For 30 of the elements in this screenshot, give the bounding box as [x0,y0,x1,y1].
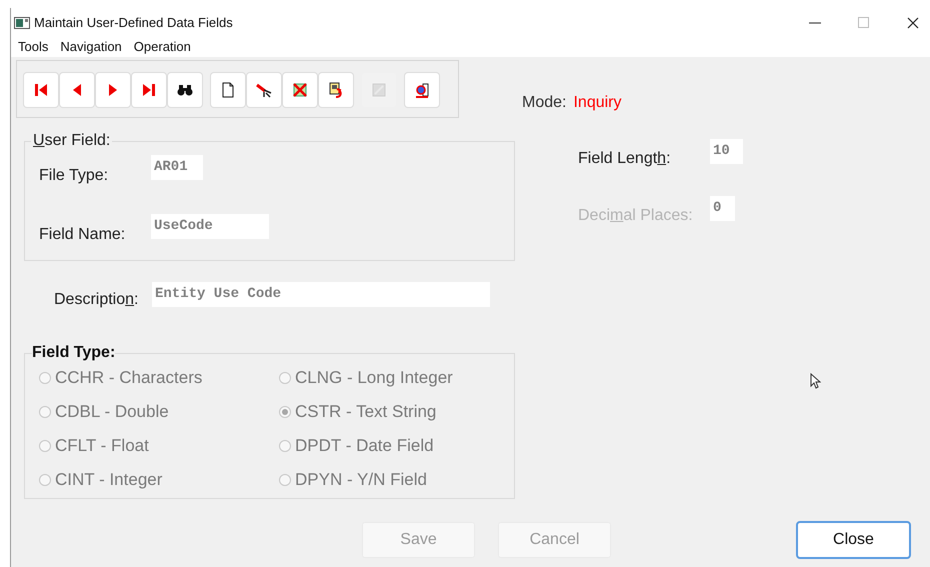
minimize-icon[interactable] [809,22,821,24]
field-label: Decimal Places: [578,206,694,226]
pointer-icon [810,373,821,389]
field-length-field[interactable]: 10 [710,139,743,164]
first-record-icon [32,81,50,99]
field-label: Field Length: [578,149,672,169]
group-label: Field Type: [32,343,116,363]
close-icon[interactable] [907,16,919,28]
square-icon [370,81,388,99]
mode-label: Mode: [522,93,566,113]
description-field[interactable]: Entity Use Code [152,282,490,307]
mode-value: Inquiry [573,93,622,113]
field-name-field[interactable]: UseCode [151,214,269,239]
toolbar-button[interactable] [319,73,353,107]
field-label: File Type: [39,166,110,186]
menu-item[interactable]: Navigation [60,37,122,57]
app-icon [14,16,30,28]
toolbar-button[interactable] [168,73,202,107]
field-label: Field Name: [39,225,126,245]
dialog-button[interactable]: Close [797,522,910,558]
last-record-icon [140,81,158,99]
toolbar-button[interactable] [211,73,245,107]
crossed-box-icon [291,81,309,99]
file-type-field[interactable]: AR01 [151,155,203,180]
window-title: Maintain User-Defined Data Fields [34,14,233,32]
field-label: Description: [54,290,140,310]
menu-item[interactable]: Operation [134,37,191,57]
menu-item[interactable]: Tools [18,37,48,57]
toolbar-button[interactable] [405,73,439,107]
group-label: User Field: [32,131,112,151]
